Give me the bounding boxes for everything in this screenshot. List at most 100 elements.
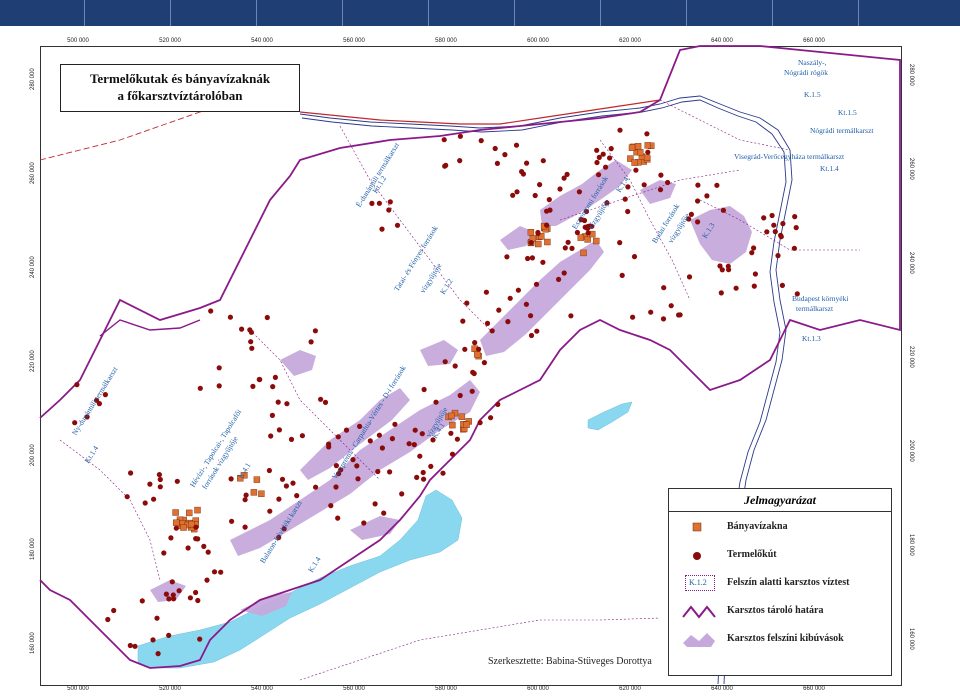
- label-budapest-1: Budapest környéki: [792, 294, 849, 303]
- x-tick-top: 580 000: [435, 38, 457, 44]
- production-well-marker: [556, 276, 562, 282]
- production-well-marker: [187, 595, 193, 601]
- karst-boundary-inner: [99, 319, 201, 337]
- production-well-marker: [505, 319, 511, 325]
- legend-item-waterbody: K.1.2 Felszín alatti karsztos víztest: [669, 573, 891, 595]
- production-well-marker: [464, 300, 470, 306]
- production-well-marker: [313, 484, 319, 490]
- label-kt15: Kt.1.5: [838, 108, 857, 117]
- production-well-marker: [454, 436, 460, 442]
- production-well-marker: [387, 469, 393, 475]
- production-well-marker: [294, 493, 300, 499]
- y-tick-right: 180 000: [908, 534, 914, 556]
- production-well-marker: [457, 158, 463, 164]
- production-well-marker: [335, 515, 341, 521]
- production-well-marker: [154, 615, 160, 621]
- production-well-marker: [686, 274, 693, 280]
- mine-shaft-marker: [643, 154, 651, 162]
- x-tick-top: 660 000: [803, 38, 825, 44]
- production-well-marker: [239, 326, 245, 332]
- production-well-marker: [502, 152, 508, 158]
- production-well-marker: [328, 503, 334, 509]
- x-tick-bottom: 600 000: [527, 686, 549, 692]
- y-tick-right: 220 000: [908, 346, 914, 368]
- production-well-marker: [156, 472, 162, 478]
- production-well-marker: [733, 285, 739, 291]
- production-well-marker: [204, 577, 210, 583]
- production-well-marker: [386, 207, 392, 213]
- map-credit: Szerkesztette: Babina-Stüveges Dorottya: [488, 656, 652, 667]
- production-well-marker: [585, 230, 591, 236]
- production-well-marker: [275, 399, 281, 405]
- production-well-marker: [569, 245, 575, 251]
- production-well-marker: [594, 159, 600, 166]
- production-well-marker: [489, 328, 495, 334]
- production-well-marker: [633, 167, 639, 173]
- production-well-marker: [540, 158, 546, 164]
- production-well-marker: [335, 434, 341, 440]
- production-well-marker: [428, 463, 434, 469]
- production-well-marker: [195, 536, 201, 542]
- production-well-marker: [389, 436, 395, 442]
- mine-shaft-marker: [474, 351, 481, 358]
- production-well-marker: [249, 345, 255, 351]
- x-tick-bottom: 560 000: [343, 686, 365, 692]
- production-well-marker: [525, 255, 531, 262]
- production-well-marker: [392, 421, 398, 427]
- production-well-marker: [751, 283, 757, 289]
- production-well-marker: [504, 254, 510, 260]
- production-well-marker: [372, 501, 378, 507]
- production-well-marker: [749, 250, 755, 256]
- production-well-marker: [469, 388, 475, 394]
- production-well-marker: [565, 239, 571, 245]
- production-well-marker: [483, 289, 489, 295]
- production-well-marker: [201, 543, 207, 550]
- mine-shaft-marker: [250, 489, 258, 496]
- production-well-marker: [645, 149, 651, 155]
- production-well-marker: [769, 212, 775, 219]
- mine-shaft-marker: [458, 413, 466, 420]
- production-well-marker: [256, 376, 262, 383]
- production-well-marker: [218, 569, 224, 575]
- mine-shaft-marker: [634, 143, 642, 150]
- production-well-marker: [596, 154, 602, 160]
- production-well-marker: [751, 245, 757, 251]
- production-well-marker: [229, 518, 235, 524]
- production-well-marker: [564, 171, 570, 177]
- production-well-marker: [537, 182, 543, 188]
- production-well-marker: [343, 427, 350, 433]
- production-well-marker: [211, 569, 218, 575]
- production-well-marker: [772, 229, 778, 235]
- mine-shaft-marker: [463, 421, 470, 428]
- production-well-marker: [557, 186, 563, 192]
- production-well-marker: [132, 643, 138, 649]
- production-well-marker: [272, 374, 278, 380]
- legend-item-well: Termelőkút: [669, 545, 891, 567]
- production-well-marker: [608, 146, 614, 152]
- production-well-marker: [484, 320, 491, 326]
- production-well-marker: [105, 616, 111, 623]
- mine-shaft-marker: [577, 234, 584, 241]
- production-well-marker: [173, 525, 179, 531]
- production-well-marker: [607, 155, 613, 161]
- production-well-marker: [193, 589, 199, 596]
- production-well-marker: [540, 259, 546, 265]
- y-tick-left: 260 000: [30, 162, 36, 184]
- legend-label-outcrop: Karsztos felszíni kibúvások: [727, 633, 844, 644]
- production-well-marker: [457, 392, 463, 399]
- production-well-marker: [704, 193, 710, 199]
- production-well-marker: [440, 470, 446, 476]
- production-well-marker: [354, 463, 360, 469]
- production-well-marker: [420, 469, 426, 476]
- production-well-marker: [197, 636, 203, 642]
- production-well-marker: [547, 207, 553, 213]
- production-well-marker: [668, 303, 674, 309]
- legend-code: K.1.2: [689, 578, 707, 587]
- label-kt13: Kt.1.3: [802, 334, 821, 343]
- y-tick-left: 280 000: [30, 68, 36, 90]
- production-well-marker: [630, 314, 636, 320]
- production-well-marker: [442, 163, 448, 169]
- mine-shaft-marker: [593, 237, 600, 245]
- x-tick-bottom: 500 000: [67, 686, 89, 692]
- production-well-marker: [775, 253, 781, 259]
